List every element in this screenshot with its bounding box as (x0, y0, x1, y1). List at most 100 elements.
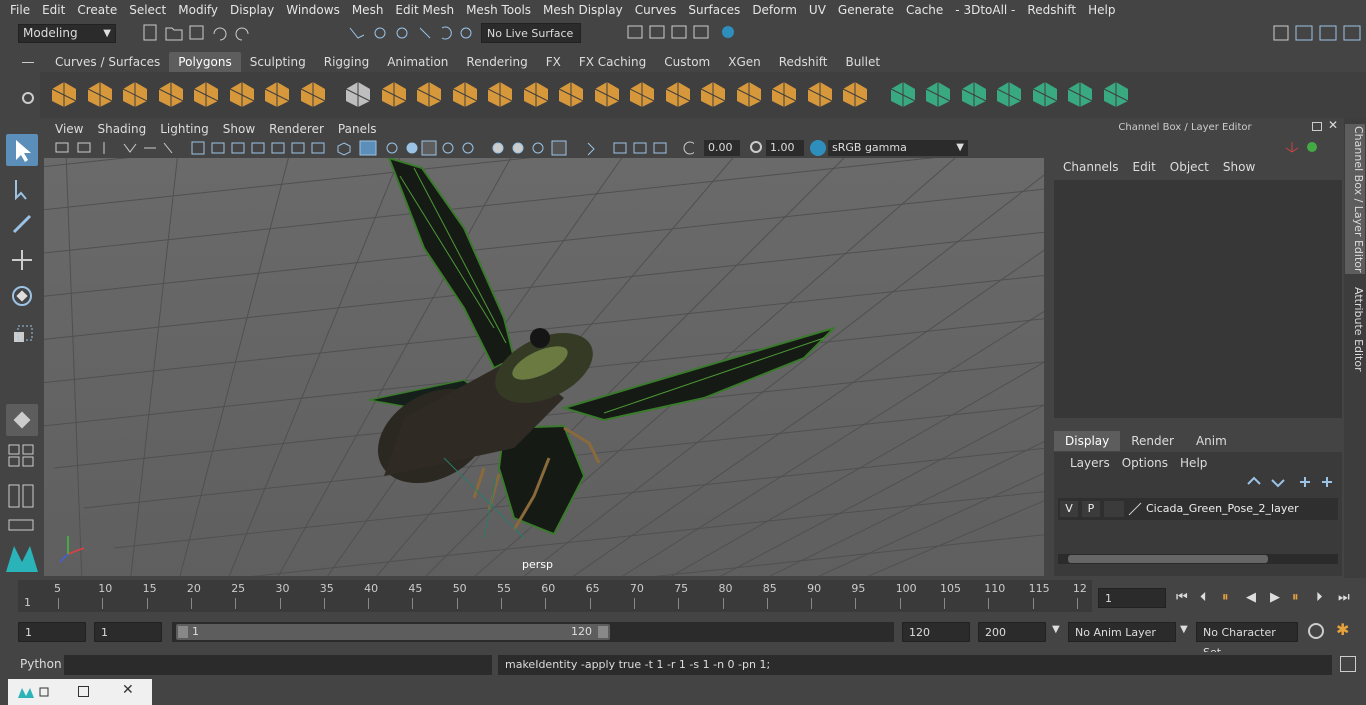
chevron-down-icon[interactable]: ▼ (1180, 624, 1188, 635)
shelf-tab-10[interactable]: Redshift (770, 52, 837, 72)
layer-menu-0[interactable]: Layers (1064, 456, 1116, 470)
shelf-tool-9-icon[interactable] (380, 80, 408, 108)
shelf-tab-11[interactable]: Bullet (836, 52, 889, 72)
shelf-tool-21-icon[interactable] (806, 80, 834, 108)
color-space-select[interactable]: sRGB gamma ▼ (828, 140, 968, 156)
menu-19[interactable]: Help (1082, 3, 1121, 17)
channel-box-mode-icons[interactable] (1282, 138, 1332, 156)
layer-name[interactable]: Cicada_Green_Pose_2_layer (1146, 501, 1299, 517)
range-slider[interactable]: 1 120 (172, 622, 894, 642)
shelf-tool-27-icon[interactable] (1031, 80, 1059, 108)
script-editor-icon[interactable] (1340, 656, 1356, 672)
channel-box-menu-2[interactable]: Object (1163, 160, 1216, 174)
menu-13[interactable]: Deform (746, 3, 803, 17)
panel-toolbar-icons[interactable] (54, 140, 694, 156)
close-icon[interactable]: ✕ (1328, 118, 1338, 132)
tab-attribute-editor[interactable]: Attribute Editor (1345, 284, 1365, 374)
layer-visibility-toggle[interactable]: V (1060, 501, 1078, 517)
shelf-tool-22-icon[interactable] (841, 80, 869, 108)
layer-tab-1[interactable]: Render (1120, 431, 1185, 451)
range-slider-right-handle[interactable] (598, 626, 608, 638)
shelf-tab-7[interactable]: FX Caching (570, 52, 655, 72)
playback-end-field[interactable]: 120 (902, 622, 970, 642)
menu-11[interactable]: Curves (629, 3, 683, 17)
shelf-tool-23-icon[interactable] (889, 80, 917, 108)
layer-playback-toggle[interactable]: P (1082, 501, 1100, 517)
exposure-field[interactable]: 0.00 (704, 140, 740, 156)
mode-select[interactable]: Modeling ▼ (18, 24, 116, 43)
panel-menu-5[interactable]: Panels (331, 120, 384, 138)
shelf-tool-8-icon[interactable] (344, 80, 372, 108)
shelf-tab-8[interactable]: Custom (655, 52, 719, 72)
step-forward-icon[interactable]: ⏵ (1316, 590, 1323, 605)
step-forward-key-icon[interactable]: ⏸ (1292, 590, 1299, 605)
shelf-tool-24-icon[interactable] (924, 80, 952, 108)
shelf-tool-28-icon[interactable] (1066, 80, 1094, 108)
shelf-tool-5-icon[interactable] (228, 80, 256, 108)
menu-18[interactable]: Redshift (1021, 3, 1082, 17)
layer-action-icons[interactable] (1244, 474, 1340, 490)
menu-17[interactable]: - 3DtoAll - (949, 3, 1021, 17)
shelf-tool-25-icon[interactable] (960, 80, 988, 108)
shelf-tab-3[interactable]: Rigging (315, 52, 378, 72)
shelf-tool-11-icon[interactable] (451, 80, 479, 108)
shelf-tab-4[interactable]: Animation (378, 52, 457, 72)
shelf-tool-4-icon[interactable] (192, 80, 220, 108)
menu-1[interactable]: Edit (36, 3, 71, 17)
panel-menu-0[interactable]: View (48, 120, 90, 138)
end-frame-field[interactable]: 200 (978, 622, 1046, 642)
window-restore-icon[interactable] (16, 684, 52, 700)
soft-select-tool[interactable] (6, 404, 38, 436)
panel-menu-2[interactable]: Lighting (153, 120, 216, 138)
shelf-tool-26-icon[interactable] (995, 80, 1023, 108)
panel-menu-4[interactable]: Renderer (262, 120, 331, 138)
layer-color-icon[interactable] (1128, 502, 1142, 516)
time-slider[interactable]: 1 5 10 15 20 25 30 35 40 45 50 55 60 65 70 75 80 85 90 95 1… (18, 580, 1092, 612)
go-to-end-icon[interactable]: ⏭ (1338, 590, 1350, 605)
menu-4[interactable]: Modify (172, 3, 224, 17)
float-panel-icon[interactable] (1312, 122, 1322, 131)
anim-layer-select[interactable]: No Anim Layer (1068, 622, 1176, 642)
menu-10[interactable]: Mesh Display (537, 3, 629, 17)
shelf-tool-7-icon[interactable] (299, 80, 327, 108)
shelf-tool-19-icon[interactable] (735, 80, 763, 108)
window-maximize-icon[interactable] (78, 686, 89, 697)
move-tool[interactable] (6, 244, 38, 276)
shelf-tab-2[interactable]: Sculpting (241, 52, 315, 72)
play-forwards-icon[interactable]: ▶ (1270, 590, 1280, 605)
menu-8[interactable]: Edit Mesh (389, 3, 460, 17)
menu-14[interactable]: UV (803, 3, 832, 17)
select-tool[interactable] (6, 134, 38, 166)
layer-tab-2[interactable]: Anim (1185, 431, 1238, 451)
layout-split-button[interactable] (6, 482, 38, 510)
menu-3[interactable]: Select (123, 3, 172, 17)
layer-row[interactable]: V P Cicada_Green_Pose_2_layer (1058, 498, 1338, 520)
start-frame-field[interactable]: 1 (18, 622, 86, 642)
scale-tool[interactable] (6, 318, 38, 350)
menu-12[interactable]: Surfaces (682, 3, 746, 17)
command-language[interactable]: Python (20, 657, 62, 671)
shelf-tool-6-icon[interactable] (263, 80, 291, 108)
shelf-tool-1-icon[interactable] (86, 80, 114, 108)
layer-menu-1[interactable]: Options (1116, 456, 1174, 470)
step-back-key-icon[interactable]: ⏸ (1222, 590, 1229, 605)
gamma-field[interactable]: 1.00 (766, 140, 804, 156)
live-surface-field[interactable]: No Live Surface (481, 23, 581, 43)
layout-quad-button[interactable] (6, 442, 38, 468)
shelf-tool-15-icon[interactable] (593, 80, 621, 108)
auto-key-icon[interactable] (1308, 623, 1324, 639)
tab-channel-box[interactable]: Channel Box / Layer Editor (1345, 124, 1365, 274)
layer-tab-0[interactable]: Display (1054, 431, 1121, 451)
perspective-viewport[interactable]: persp (44, 158, 1044, 576)
shelf-tab-5[interactable]: Rendering (457, 52, 536, 72)
channel-box-menu-0[interactable]: Channels (1056, 160, 1126, 174)
shelf-tool-20-icon[interactable] (770, 80, 798, 108)
shelf-tool-12-icon[interactable] (486, 80, 514, 108)
panel-menu-1[interactable]: Shading (90, 120, 153, 138)
shelf-tab-1[interactable]: Polygons (169, 52, 241, 72)
layer-scrollbar[interactable] (1058, 554, 1338, 564)
animation-prefs-icon[interactable]: ✱ (1336, 620, 1349, 639)
shelf-tool-13-icon[interactable] (522, 80, 550, 108)
range-slider-bar[interactable]: 1 120 (176, 624, 610, 640)
workspace-icons[interactable] (1270, 22, 1366, 44)
